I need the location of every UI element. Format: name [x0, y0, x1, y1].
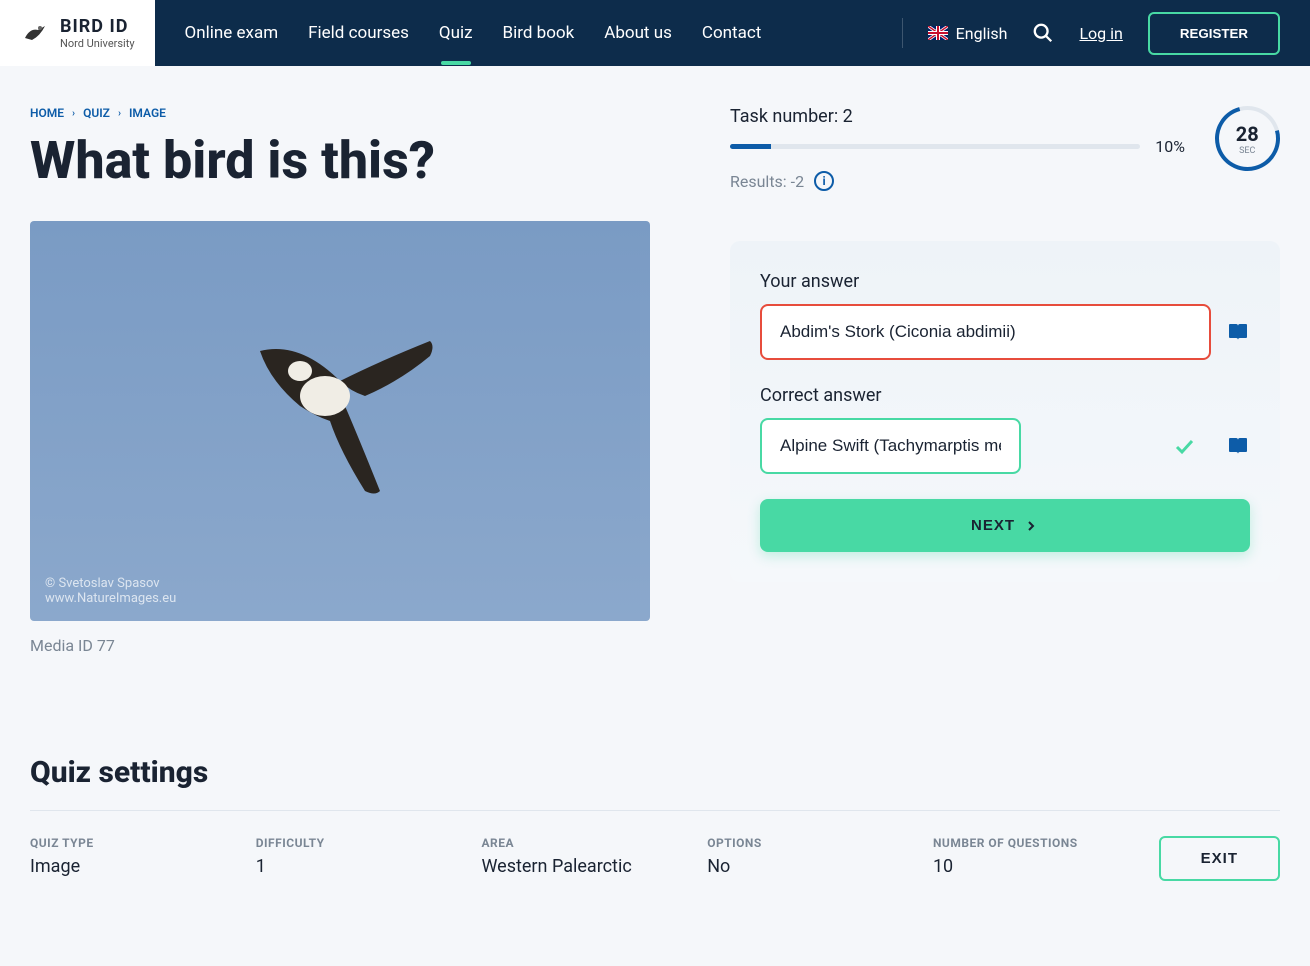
nav-field-courses[interactable]: Field courses: [308, 23, 409, 43]
language-selector[interactable]: English: [928, 24, 1008, 43]
progress-percent: 10%: [1155, 137, 1185, 156]
correct-answer-label: Correct answer: [760, 385, 1250, 406]
answer-panel: Your answer Correct answer: [730, 241, 1280, 582]
register-button[interactable]: REGISTER: [1148, 12, 1280, 55]
uk-flag-icon: [928, 26, 948, 40]
exit-button[interactable]: EXIT: [1159, 836, 1280, 881]
correct-answer-input[interactable]: [760, 418, 1021, 474]
settings-difficulty: DIFFICULTY 1: [256, 836, 482, 877]
chevron-right-icon: [1023, 518, 1039, 534]
language-label: English: [956, 24, 1008, 43]
page-title: What bird is this?: [30, 130, 650, 191]
info-icon[interactable]: i: [814, 171, 834, 191]
settings-question-count: NUMBER OF QUESTIONS 10: [933, 836, 1159, 877]
breadcrumb: HOME › QUIZ › IMAGE: [30, 106, 650, 120]
task-number: Task number: 2: [730, 106, 1185, 127]
results-label: Results: -2: [730, 172, 804, 191]
your-answer-label: Your answer: [760, 271, 1250, 292]
chevron-right-icon: ›: [72, 108, 75, 119]
nav-links: Online exam Field courses Quiz Bird book…: [185, 23, 902, 43]
nav-contact[interactable]: Contact: [702, 23, 761, 43]
breadcrumb-image[interactable]: IMAGE: [129, 106, 166, 120]
settings-area: AREA Western Palearctic: [481, 836, 707, 877]
nav-about-us[interactable]: About us: [604, 23, 672, 43]
settings-title: Quiz settings: [30, 755, 1280, 790]
book-icon[interactable]: [1226, 320, 1250, 344]
logo-title: BIRD ID: [60, 16, 135, 37]
nav-quiz[interactable]: Quiz: [439, 23, 473, 43]
timer-unit: SEC: [1236, 145, 1259, 155]
search-icon[interactable]: [1032, 22, 1054, 44]
breadcrumb-quiz[interactable]: QUIZ: [83, 106, 110, 120]
bird-image[interactable]: © Svetoslav Spasov www.NatureImages.eu: [30, 221, 650, 621]
login-link[interactable]: Log in: [1079, 24, 1122, 43]
timer-value: 28: [1236, 121, 1259, 145]
quiz-settings: Quiz settings QUIZ TYPE Image DIFFICULTY…: [30, 755, 1280, 881]
nav-online-exam[interactable]: Online exam: [185, 23, 279, 43]
check-icon: [1172, 434, 1196, 458]
watermark-author: © Svetoslav Spasov: [45, 576, 176, 591]
chevron-right-icon: ›: [118, 108, 121, 119]
logo[interactable]: BIRD ID Nord University: [0, 0, 155, 66]
next-button-label: NEXT: [971, 517, 1015, 534]
timer: 28 SEC: [1203, 94, 1292, 183]
next-button[interactable]: NEXT: [760, 499, 1250, 552]
breadcrumb-home[interactable]: HOME: [30, 106, 64, 120]
watermark-url: www.NatureImages.eu: [45, 591, 176, 606]
logo-bird-icon: [20, 18, 50, 48]
nav-bar: Online exam Field courses Quiz Bird book…: [155, 0, 1310, 66]
nav-bird-book[interactable]: Bird book: [503, 23, 575, 43]
book-icon[interactable]: [1226, 434, 1250, 458]
header: BIRD ID Nord University Online exam Fiel…: [0, 0, 1310, 66]
settings-options: OPTIONS No: [707, 836, 933, 877]
your-answer-input[interactable]: [760, 304, 1211, 360]
nav-divider: [902, 18, 903, 48]
divider: [30, 810, 1280, 811]
progress-bar: [730, 144, 1140, 149]
logo-subtitle: Nord University: [60, 37, 135, 50]
settings-quiz-type: QUIZ TYPE Image: [30, 836, 256, 877]
media-id: Media ID 77: [30, 636, 650, 655]
